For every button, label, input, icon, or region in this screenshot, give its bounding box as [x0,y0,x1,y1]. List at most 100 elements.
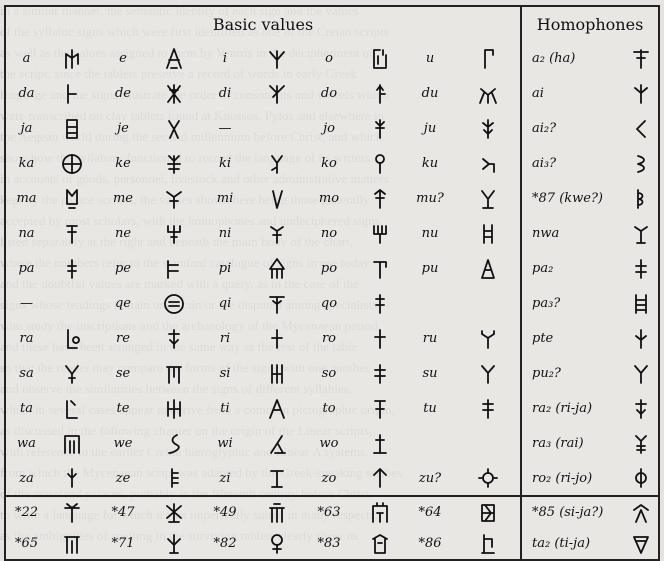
sign-po-icon [367,256,393,282]
syllable-label: do [320,86,338,101]
sign-e-icon [161,46,187,72]
sign-su-icon [475,361,501,387]
numbered-sign-icon [161,500,187,526]
syllable-label: me [112,191,134,206]
homophone-sign-icon [628,221,654,247]
sign-da-icon [59,81,85,107]
sign-wo-icon [367,431,393,457]
syllable-label: ki [218,156,232,171]
homophone-label: pa₂ [520,251,624,286]
syllable-label: tu [423,401,437,416]
table-row: sa se si so su pu₂? [5,356,659,391]
sign-ne-icon [161,221,187,247]
syllable-label: je [117,121,129,136]
sign-number-label: *22 [5,495,47,528]
homophone-sign-icon [628,46,654,72]
homophone-label: pa₃? [520,286,624,321]
syllable-label: so [321,366,337,381]
sign-ra-icon [59,326,85,352]
sign-ko-icon [367,151,393,177]
syllable-label: zo [321,470,337,486]
sign-nu-icon [475,221,501,247]
table-row: *22 *47 *49 *63 *64 *85 (si-ja?) [5,495,660,528]
sign-number-label: *63 [303,495,355,528]
sign-a-icon [59,46,85,72]
sign-wa-icon [59,431,85,457]
syllable-label: ru [422,331,438,346]
syllable-label: qe [114,296,131,311]
syllable-label: wi [217,436,233,451]
numbered-sign-icon [367,500,393,526]
syllable-label: za [19,470,34,486]
sign-qe-icon [161,291,187,317]
sign-number-label: *47 [97,495,149,528]
table-row: *65 *71 *82 *83 *86 ta₂ (ti-ja) [5,528,659,560]
table-row: ma me mi mo mu? *87 (kwe?) [5,181,659,216]
table-row: na ne ni no nu nwa [5,216,659,251]
sign-qo-icon [367,291,393,317]
syllable-label: ri [219,331,231,346]
sign-empty [455,426,521,461]
sign-jo-icon [367,116,393,142]
homophone-label: ai [520,76,624,111]
homophone-sign-icon [628,186,654,212]
sign-ru-icon [475,326,501,352]
syllable-label: ze [115,470,131,486]
homophone-label: ta₂ (ti-ja) [520,528,624,560]
sign-pa-icon [59,256,85,282]
sign-number-label: *86 [418,536,442,551]
homophone-sign-icon [628,291,654,317]
sign-mi-icon [264,186,290,212]
homophone-sign-icon [628,81,654,107]
numbered-signs-body: *22 *47 *49 *63 *64 *85 (si-ja?) *65 *71 *82 *83 *… [5,495,660,560]
sign-zi-icon [264,465,290,491]
homophones-header: Homophones [520,6,660,41]
sign-ki-icon [264,151,290,177]
syllable-label: o [325,51,333,66]
sign-number-label: *49 [199,495,251,528]
syllable-label: no [320,226,338,241]
syllable-label: sa [19,366,34,381]
sign-se-icon [161,361,187,387]
sign-ta-icon [59,396,85,422]
sign-so-icon [367,361,393,387]
sign-re-icon [161,326,187,352]
sign-o-icon [367,46,393,72]
sign-number-label: *83 [317,536,341,551]
basic-values-header: Basic values [212,14,314,34]
syllable-label: ka [18,156,35,171]
sign-na-icon [59,221,85,247]
syllable-label: da [18,86,35,101]
homophone-sign-icon [628,500,654,526]
table-row: ka ke ki ko ku ai₃? [5,146,659,181]
sign-zo-icon [367,465,393,491]
syllable-label: pa [18,261,35,276]
sign-du-icon [475,81,501,107]
homophone-sign-icon [628,116,654,142]
table-row: wa we wi wo ra₃ (rai) [5,426,659,461]
syllable-label [405,426,455,461]
syllable-label: pu [421,261,439,276]
numbered-sign-icon [161,531,187,557]
sign-ze-icon [161,465,187,491]
sign-pe-icon [161,256,187,282]
sign-ju-icon [475,116,501,142]
syllable-label: ti [220,401,230,416]
numbered-sign-icon [475,500,501,526]
sign-ke-icon [161,151,187,177]
homophone-label: ai₂? [520,111,624,146]
syllable-label: e [119,51,127,66]
sign-ro-icon [367,326,393,352]
numbered-sign-icon [475,531,501,557]
syllable-label: ja [20,121,33,136]
linear-b-syllabary-table: Basic values Homophones a e i o u a₂ (ha) da de… [4,5,661,561]
homophone-label: *85 (si-ja?) [520,495,624,528]
syllable-label: ma [16,191,37,206]
sign-ni-icon [264,221,290,247]
syllable-label: na [18,226,35,241]
homophone-sign-icon [628,151,654,177]
homophone-label: *87 (kwe?) [520,181,624,216]
syllable-label: ni [218,226,232,241]
homophone-sign-icon [628,465,654,491]
homophone-sign-icon [628,256,654,282]
